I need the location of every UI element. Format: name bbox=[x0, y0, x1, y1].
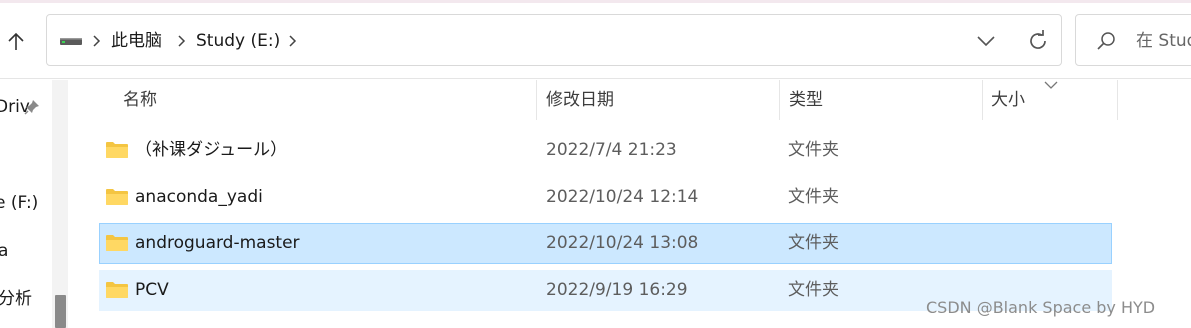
navigation-pane: Driv e (F:) a 分析 bbox=[0, 80, 76, 328]
folder-icon bbox=[106, 282, 128, 298]
chevron-right-icon bbox=[93, 35, 101, 47]
address-toolbar: 此电脑 Study (E:) 在 Stud bbox=[0, 3, 1191, 79]
column-header-modified[interactable]: 修改日期 bbox=[546, 80, 614, 120]
up-button[interactable] bbox=[2, 27, 30, 57]
column-divider[interactable] bbox=[779, 80, 780, 120]
file-modified-date: 2022/7/4 21:23 bbox=[546, 140, 677, 160]
file-list: 名称 修改日期 类型 大小 （补课ダジュール） 2022/7/4 21:23 文… bbox=[76, 80, 1191, 328]
file-row[interactable]: anaconda_yadi 2022/10/24 12:14 文件夹 bbox=[99, 177, 1112, 218]
file-name: （补课ダジュール） bbox=[135, 140, 288, 160]
drive-icon bbox=[60, 38, 82, 45]
column-divider[interactable] bbox=[1117, 80, 1118, 120]
chevron-right-icon bbox=[178, 35, 186, 47]
address-bar[interactable]: 此电脑 Study (E:) bbox=[46, 14, 1062, 66]
nav-item-analysis[interactable]: 分析 bbox=[0, 288, 32, 310]
breadcrumb-separator[interactable] bbox=[287, 29, 297, 47]
folder-icon bbox=[106, 189, 128, 205]
breadcrumb-study-drive[interactable]: Study (E:) bbox=[196, 29, 280, 53]
folder-icon bbox=[106, 235, 128, 251]
refresh-icon bbox=[1030, 30, 1046, 49]
file-name: anaconda_yadi bbox=[135, 187, 263, 207]
breadcrumb-separator[interactable] bbox=[176, 29, 186, 47]
file-type: 文件夹 bbox=[788, 233, 839, 253]
file-name: androguard-master bbox=[135, 233, 300, 253]
search-input[interactable]: 在 Stud bbox=[1136, 29, 1191, 53]
nav-scrollbar-thumb[interactable] bbox=[55, 295, 66, 328]
search-icon bbox=[1097, 32, 1115, 50]
pin-icon bbox=[24, 100, 39, 115]
chevron-right-icon bbox=[289, 35, 297, 47]
file-row-selected[interactable]: androguard-master 2022/10/24 13:08 文件夹 bbox=[99, 223, 1112, 264]
file-modified-date: 2022/9/19 16:29 bbox=[546, 280, 688, 300]
nav-item-f-drive[interactable]: e (F:) bbox=[0, 192, 38, 214]
file-type: 文件夹 bbox=[788, 140, 839, 160]
column-header-name[interactable]: 名称 bbox=[123, 80, 157, 120]
sort-chevron-icon bbox=[1044, 81, 1058, 89]
file-name: PCV bbox=[135, 280, 169, 300]
file-modified-date: 2022/10/24 12:14 bbox=[546, 187, 699, 207]
breadcrumb-separator[interactable] bbox=[91, 29, 101, 47]
column-divider[interactable] bbox=[536, 80, 537, 120]
arrow-up-icon bbox=[8, 32, 24, 50]
refresh-button[interactable] bbox=[1025, 28, 1051, 54]
column-divider[interactable] bbox=[982, 80, 983, 120]
chevron-down-icon bbox=[977, 36, 995, 47]
file-row[interactable]: （补课ダジュール） 2022/7/4 21:23 文件夹 bbox=[99, 130, 1112, 171]
breadcrumb-this-pc[interactable]: 此电脑 bbox=[111, 29, 162, 53]
column-header-size[interactable]: 大小 bbox=[991, 80, 1025, 120]
file-modified-date: 2022/10/24 13:08 bbox=[546, 233, 699, 253]
file-type: 文件夹 bbox=[788, 187, 839, 207]
search-box[interactable]: 在 Stud bbox=[1075, 14, 1191, 66]
column-header-type[interactable]: 类型 bbox=[789, 80, 823, 120]
watermark: CSDN @Blank Space by HYD bbox=[926, 298, 1156, 317]
file-type: 文件夹 bbox=[788, 280, 839, 300]
nav-scrollbar[interactable] bbox=[52, 80, 68, 328]
address-history-dropdown[interactable] bbox=[975, 30, 997, 52]
nav-item-a[interactable]: a bbox=[0, 240, 8, 262]
folder-icon bbox=[106, 142, 128, 158]
